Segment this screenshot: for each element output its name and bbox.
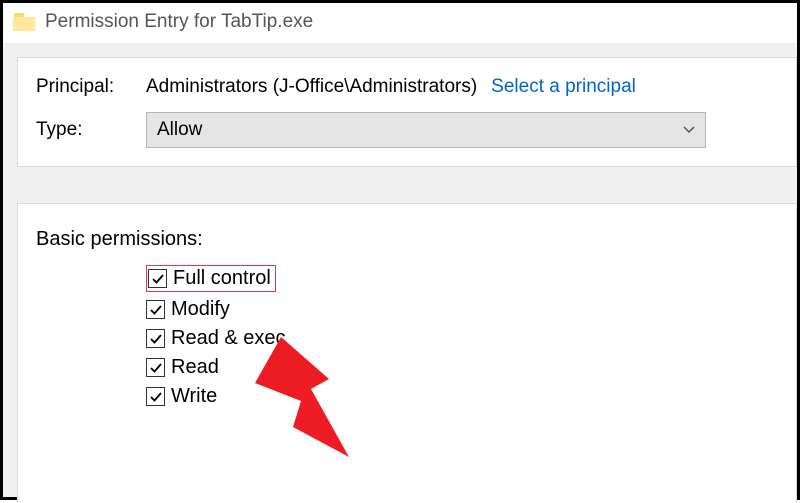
permission-item-read-execute: Read & exec [146, 327, 778, 350]
permission-item-full-control: Full control [146, 265, 778, 292]
checkbox-read[interactable] [146, 358, 165, 377]
permission-item-modify: Modify [146, 298, 778, 321]
type-label: Type: [36, 119, 146, 141]
principal-value: Administrators (J-Office\Administrators) [146, 76, 477, 98]
checkbox-modify[interactable] [146, 300, 165, 319]
permission-label: Write [171, 385, 217, 408]
type-select-value: Allow [157, 119, 202, 141]
permission-label: Read [171, 356, 219, 379]
permission-label: Modify [171, 298, 230, 321]
permissions-panel: Basic permissions: Full control Modify [17, 203, 797, 503]
folder-icon [13, 13, 35, 31]
checkbox-read-execute[interactable] [146, 329, 165, 348]
principal-row: Principal: Administrators (J-Office\Admi… [36, 76, 778, 98]
permission-item-write: Write [146, 385, 778, 408]
select-principal-link[interactable]: Select a principal [491, 76, 636, 98]
permissions-list: Full control Modify Read & exec Rea [36, 265, 778, 368]
checkbox-full-control[interactable] [148, 269, 167, 288]
highlight-box: Full control [146, 265, 276, 292]
chevron-down-icon [683, 126, 695, 134]
principal-label: Principal: [36, 76, 146, 98]
type-row: Type: Allow [36, 112, 778, 148]
permission-item-read: Read [146, 356, 778, 379]
permission-label: Full control [173, 267, 271, 290]
principal-panel: Principal: Administrators (J-Office\Admi… [17, 57, 797, 167]
titlebar: Permission Entry for TabTip.exe [3, 3, 797, 43]
content-area: Principal: Administrators (J-Office\Admi… [3, 43, 797, 497]
checkbox-write[interactable] [146, 387, 165, 406]
type-select[interactable]: Allow [146, 112, 706, 148]
window-title: Permission Entry for TabTip.exe [45, 11, 313, 33]
permission-label: Read & exec [171, 327, 286, 350]
permissions-title: Basic permissions: [36, 228, 778, 251]
